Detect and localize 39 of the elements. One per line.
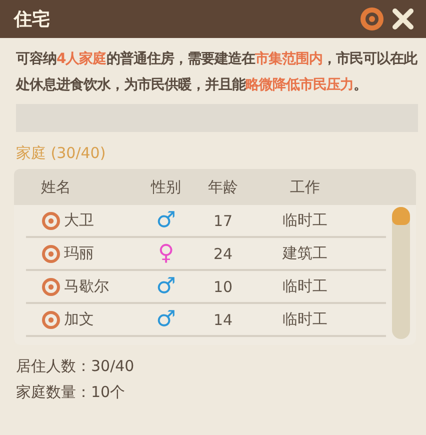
table-cell-text: 24 [212,244,234,262]
stat-label: 家庭数量： [16,382,91,402]
target-icon[interactable] [360,7,384,31]
table-cell-text: 10 [212,278,234,296]
table-cell: 马歇尔 [64,277,109,296]
target-icon[interactable] [41,276,61,296]
column-header: 年龄 [207,178,239,196]
stat-value: 10个 [91,382,126,402]
table-cell-text: 建筑工 [281,244,328,263]
close-icon[interactable] [392,8,414,30]
table-cell-text: 14 [212,310,234,328]
gender-symbol: ♂ [155,274,177,299]
table-cell: 加文 [64,310,94,329]
table-row[interactable]: 大卫 ♂ 17 临时工 [26,205,386,238]
gender-symbol: ♂ [155,208,177,233]
stat-label: 居住人数： [16,356,91,376]
column-header: 姓名 [40,178,72,196]
table-cell: 玛丽 [64,244,94,263]
gender-symbol: ♂ [155,307,177,332]
column-header: 性别 [150,178,182,196]
stat-value: 30/40 [91,357,134,375]
table-cell-text: 临时工 [282,211,328,230]
target-icon[interactable] [41,210,61,230]
target-icon[interactable] [41,310,61,330]
target-icon[interactable] [41,244,61,264]
column-header: 工作 [289,178,321,196]
table-cell-text: 临时工 [282,277,328,296]
description-text: 可容纳4人家庭的普通住房，需要建造在市集范围内，市民可以在此处休息进食饮水，为市民供暖，并且能略微降低市民压力。 [16,50,418,95]
table-row[interactable]: 加文 ♂ 14 临时工 [26,304,386,337]
table-row[interactable]: 马歇尔 ♂ 10 临时工 [26,271,386,304]
scrollbar[interactable] [392,207,410,339]
table-cell-text: 17 [212,212,234,230]
table-row[interactable]: 玛丽 ♀ 24 建筑工 [26,238,386,271]
section-title: 家庭 (30/40) [16,144,107,163]
table-cell-text: 临时工 [282,310,328,329]
gender-symbol: ♀ [156,241,176,266]
window-title: 住宅 [14,8,50,31]
table-cell: 大卫 [64,211,94,230]
scrollbar-thumb[interactable] [392,207,410,225]
